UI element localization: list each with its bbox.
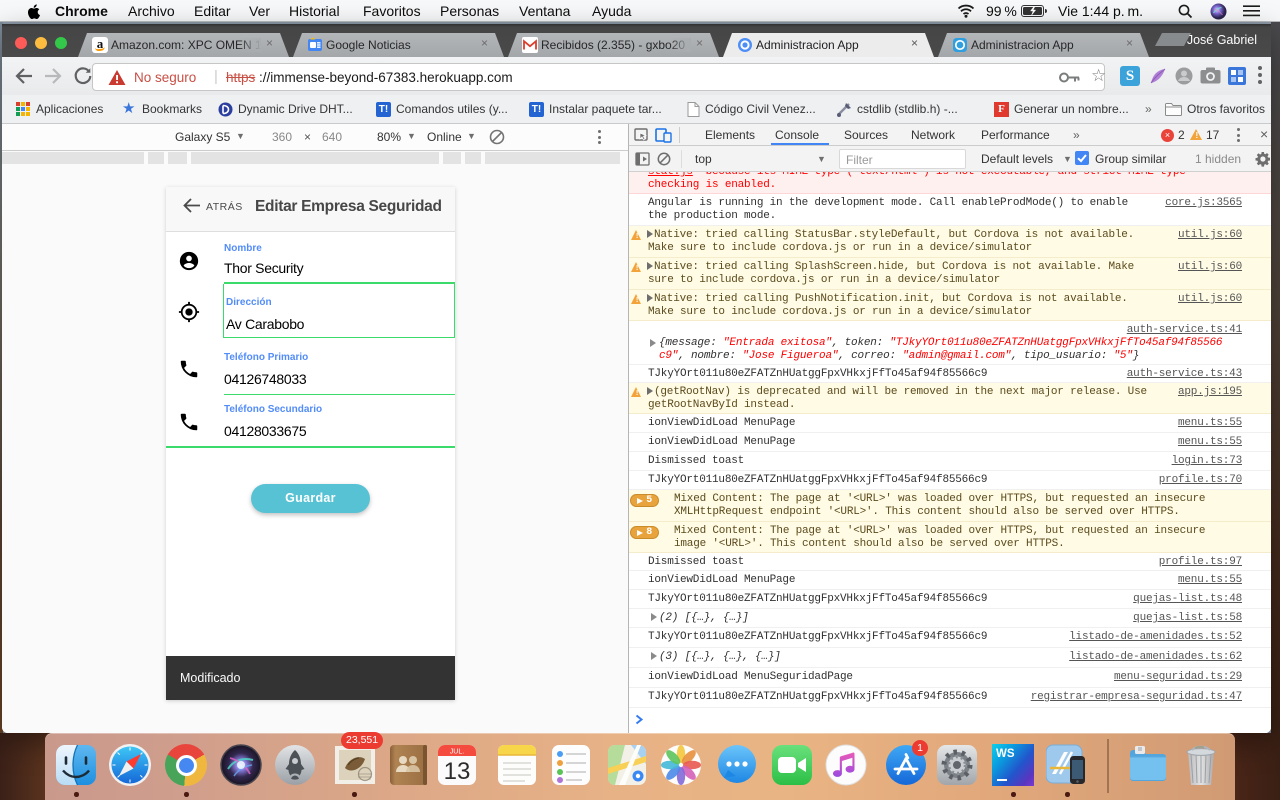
svg-text:JUL.: JUL. xyxy=(450,749,464,756)
svg-text:13: 13 xyxy=(444,758,471,785)
